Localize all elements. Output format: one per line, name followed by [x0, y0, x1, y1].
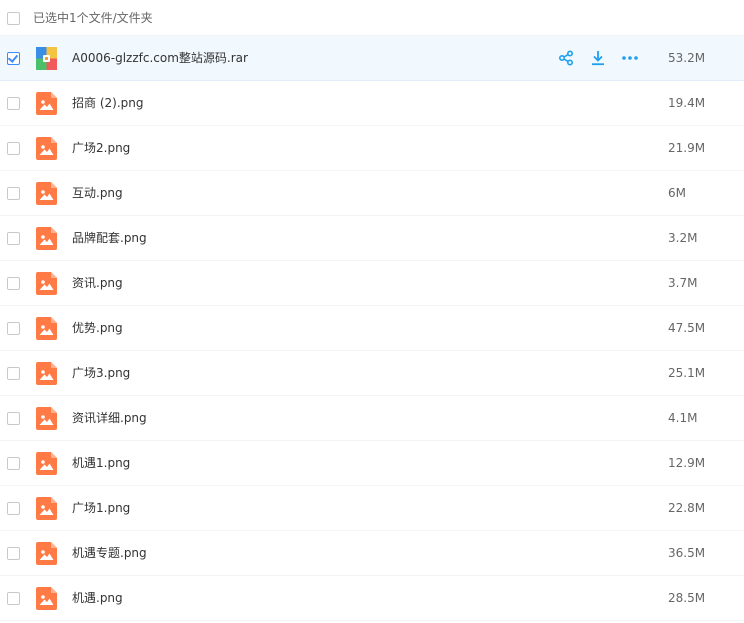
file-checkbox[interactable] [7, 97, 20, 110]
file-row[interactable]: 机遇.png 28.5M [0, 576, 744, 621]
file-checkbox[interactable] [7, 52, 20, 65]
file-checkbox[interactable] [7, 412, 20, 425]
image-file-icon [36, 137, 57, 160]
download-button[interactable] [588, 48, 608, 68]
file-row[interactable]: 机遇专题.png 36.5M [0, 531, 744, 576]
file-name[interactable]: 广场2.png [72, 140, 130, 156]
download-icon [590, 50, 606, 66]
row-actions [556, 48, 640, 68]
file-checkbox[interactable] [7, 142, 20, 155]
file-name[interactable]: 品牌配套.png [72, 230, 147, 246]
file-size: 19.4M [668, 96, 706, 110]
file-size: 4.1M [668, 411, 698, 425]
file-name[interactable]: 招商 (2).png [72, 95, 143, 111]
file-size: 6M [668, 186, 686, 200]
file-name[interactable]: 机遇专题.png [72, 545, 147, 561]
file-checkbox[interactable] [7, 322, 20, 335]
image-file-icon [36, 542, 57, 565]
file-size: 22.8M [668, 501, 706, 515]
image-file-icon [36, 182, 57, 205]
file-size: 21.9M [668, 141, 706, 155]
file-row[interactable]: A0006-glzzfc.com整站源码.rar 53.2M [0, 36, 744, 81]
file-rows: A0006-glzzfc.com整站源码.rar 53.2M 招商 (2).png 1… [0, 36, 744, 621]
share-icon [558, 50, 574, 66]
file-row[interactable]: 机遇1.png 12.9M [0, 441, 744, 486]
file-size: 25.1M [668, 366, 706, 380]
file-name[interactable]: 机遇.png [72, 590, 123, 606]
image-file-icon [36, 272, 57, 295]
file-name[interactable]: 广场1.png [72, 500, 130, 516]
file-size: 3.7M [668, 276, 698, 290]
file-checkbox[interactable] [7, 187, 20, 200]
selection-count-label: 已选中1个文件/文件夹 [33, 11, 153, 25]
archive-file-icon [36, 47, 57, 70]
file-row[interactable]: 互动.png 6M [0, 171, 744, 216]
image-file-icon [36, 407, 57, 430]
file-name[interactable]: 广场3.png [72, 365, 130, 381]
image-file-icon [36, 317, 57, 340]
image-file-icon [36, 587, 57, 610]
file-size: 53.2M [668, 51, 706, 65]
file-name[interactable]: 互动.png [72, 185, 123, 201]
file-row[interactable]: 资讯.png 3.7M [0, 261, 744, 306]
file-checkbox[interactable] [7, 502, 20, 515]
select-all-checkbox[interactable] [7, 12, 20, 25]
file-name[interactable]: A0006-glzzfc.com整站源码.rar [72, 50, 248, 66]
more-icon [621, 50, 639, 66]
file-list: 已选中1个文件/文件夹 A0006-glzzfc.com整站源码.rar 53.2… [0, 0, 744, 623]
image-file-icon [36, 452, 57, 475]
file-size: 47.5M [668, 321, 706, 335]
file-name[interactable]: 优势.png [72, 320, 123, 336]
file-row[interactable]: 广场1.png 22.8M [0, 486, 744, 531]
file-row[interactable]: 广场2.png 21.9M [0, 126, 744, 171]
image-file-icon [36, 497, 57, 520]
file-name[interactable]: 资讯详细.png [72, 410, 147, 426]
file-checkbox[interactable] [7, 232, 20, 245]
more-button[interactable] [620, 48, 640, 68]
file-row[interactable]: 优势.png 47.5M [0, 306, 744, 351]
file-row[interactable]: 品牌配套.png 3.2M [0, 216, 744, 261]
file-row[interactable]: 资讯详细.png 4.1M [0, 396, 744, 441]
image-file-icon [36, 227, 57, 250]
file-size: 12.9M [668, 456, 706, 470]
file-checkbox[interactable] [7, 457, 20, 470]
image-file-icon [36, 362, 57, 385]
share-button[interactable] [556, 48, 576, 68]
file-size: 36.5M [668, 546, 706, 560]
file-size: 28.5M [668, 591, 706, 605]
file-row[interactable]: 广场3.png 25.1M [0, 351, 744, 396]
file-checkbox[interactable] [7, 367, 20, 380]
file-size: 3.2M [668, 231, 698, 245]
check-mark [7, 52, 19, 63]
file-checkbox[interactable] [7, 277, 20, 290]
image-file-icon [36, 92, 57, 115]
file-checkbox[interactable] [7, 592, 20, 605]
file-checkbox[interactable] [7, 547, 20, 560]
file-row[interactable]: 招商 (2).png 19.4M [0, 81, 744, 126]
list-header: 已选中1个文件/文件夹 [0, 0, 744, 36]
file-name[interactable]: 机遇1.png [72, 455, 130, 471]
file-name[interactable]: 资讯.png [72, 275, 123, 291]
